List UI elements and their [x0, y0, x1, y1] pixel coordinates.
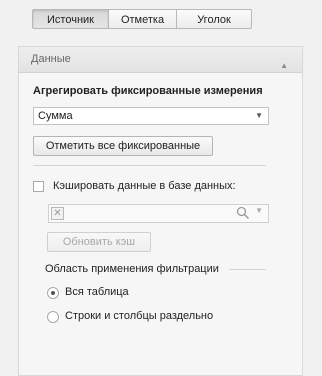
refresh-cache-button: Обновить кэш	[47, 232, 151, 252]
radio-rows-columns-separately[interactable]	[47, 311, 59, 323]
chevron-down-icon[interactable]: ▼	[255, 108, 263, 124]
radio-whole-table-label[interactable]: Вся таблица	[65, 286, 129, 298]
divider	[33, 165, 266, 166]
panel-header-title: Данные	[31, 53, 71, 65]
chevron-up-icon[interactable]: ▲	[280, 53, 288, 78]
mark-all-fixed-button[interactable]: Отметить все фиксированные	[33, 136, 213, 156]
divider	[229, 269, 266, 270]
cache-checkbox[interactable]	[33, 181, 44, 192]
search-icon[interactable]	[236, 206, 250, 220]
radio-rows-columns-separately-label[interactable]: Строки и столбцы раздельно	[65, 310, 213, 322]
aggregation-select[interactable]: Сумма ▼	[33, 107, 269, 125]
chevron-down-icon[interactable]: ▼	[255, 206, 263, 215]
tab-bar: Источник Отметка Уголок	[32, 9, 252, 31]
filter-scope-label: Область применения фильтрации	[45, 263, 219, 275]
tab-mark[interactable]: Отметка	[108, 9, 177, 29]
close-icon[interactable]: ✕	[51, 207, 64, 220]
cache-checkbox-label[interactable]: Кэшировать данные в базе данных:	[53, 180, 236, 192]
aggregate-section-title: Агрегировать фиксированные измерения	[33, 85, 263, 97]
radio-whole-table[interactable]	[47, 287, 59, 299]
tab-source[interactable]: Источник	[32, 9, 109, 29]
aggregation-select-value: Сумма	[38, 110, 73, 122]
cache-combo[interactable]: ✕ ▼	[48, 204, 269, 223]
data-panel: Данные ▲ Агрегировать фиксированные изме…	[18, 46, 303, 376]
panel-header[interactable]: Данные ▲	[19, 47, 302, 73]
tab-corner[interactable]: Уголок	[176, 9, 252, 29]
